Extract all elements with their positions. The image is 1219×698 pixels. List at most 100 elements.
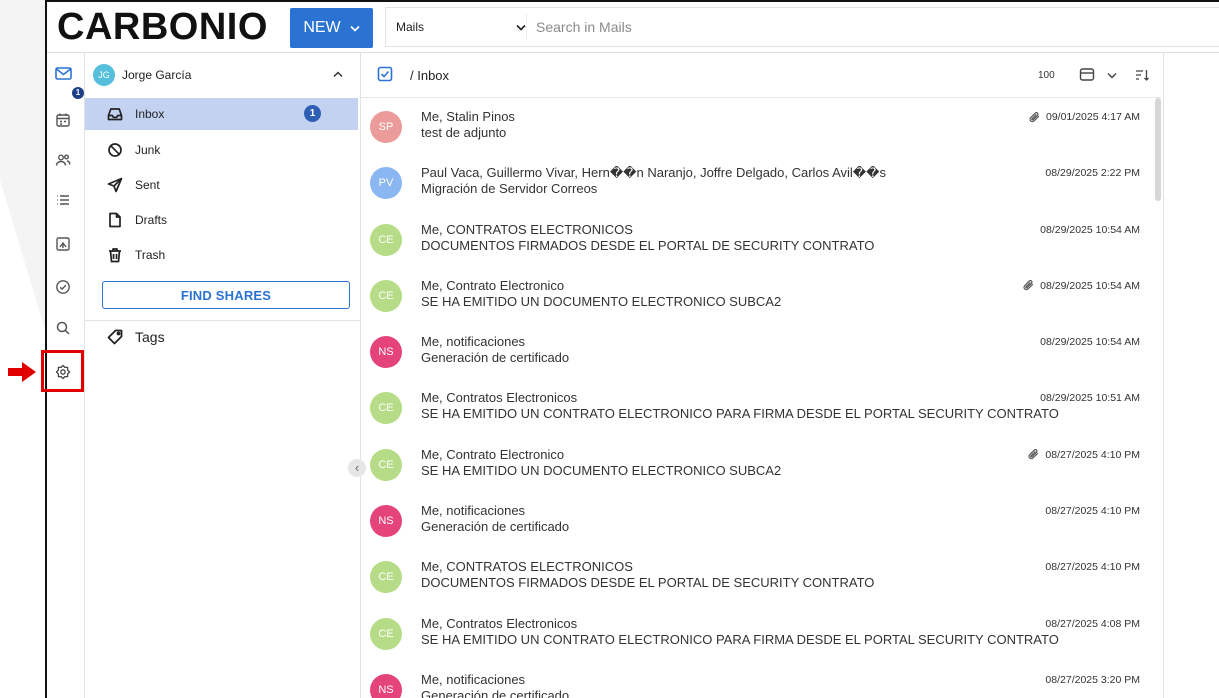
message-sender: Me, CONTRATOS ELECTRONICOS	[421, 222, 633, 237]
message-meta: 08/27/2025 3:20 PM	[1045, 673, 1140, 687]
paperclip-icon	[1029, 111, 1040, 123]
chevron-up-icon[interactable]	[333, 71, 343, 78]
folder-label: Sent	[135, 178, 160, 192]
sender-avatar: CE	[370, 617, 402, 650]
message-date: 08/27/2025 3:20 PM	[1045, 673, 1140, 686]
message-row[interactable]: CE Me, Contrato Electronico SE HA EMITID…	[361, 267, 1153, 323]
message-date: 08/27/2025 4:10 PM	[1045, 561, 1140, 574]
rail-item-files[interactable]	[55, 236, 73, 254]
background-decoration	[0, 0, 45, 330]
select-mode-icon[interactable]	[377, 66, 393, 82]
message-row[interactable]: CE Me, CONTRATOS ELECTRONICOS DOCUMENTOS…	[361, 548, 1153, 604]
rail-item-approvals[interactable]	[55, 279, 73, 297]
check-circle-icon	[55, 279, 73, 295]
sender-avatar: NS	[370, 336, 402, 369]
folder-label: Trash	[135, 248, 166, 262]
message-subject: Generación de certificado	[421, 520, 570, 535]
list-icon	[55, 192, 73, 208]
sender-avatar: CE	[370, 448, 402, 481]
paperclip-icon	[1023, 280, 1034, 291]
message-date: 08/29/2025 10:51 AM	[1040, 392, 1140, 405]
tags-section[interactable]: Tags	[135, 329, 165, 345]
sender-avatar: NS	[370, 505, 402, 538]
rail-item-mail[interactable]: 1	[55, 66, 84, 99]
calendar-icon	[55, 112, 73, 128]
message-subject: SE HA EMITIDO UN CONTRATO ELECTRONICO PA…	[421, 407, 1059, 422]
sender-avatar: CE	[370, 392, 402, 425]
paperclip-icon	[1028, 449, 1039, 460]
account-avatar: JG	[93, 64, 115, 86]
view-mode-icon[interactable]	[1079, 67, 1095, 82]
message-meta: 09/01/2025 4:17 AM	[1029, 110, 1140, 124]
message-subject: Generación de certificado	[421, 688, 570, 698]
folder-item-trash[interactable]: Trash	[85, 239, 358, 271]
folder-label: Drafts	[135, 213, 168, 227]
message-sender: Me, notificaciones	[421, 672, 526, 687]
message-meta: 08/27/2025 4:10 PM	[1028, 448, 1140, 462]
rail-item-calendar[interactable]	[55, 112, 73, 130]
unread-badge: 1	[304, 105, 321, 122]
drafts-icon	[107, 212, 123, 228]
message-date: 08/29/2025 10:54 AM	[1040, 336, 1140, 349]
message-date: 08/29/2025 10:54 AM	[1040, 279, 1140, 292]
chevron-down-icon	[516, 24, 526, 31]
message-sender: Paul Vaca, Guillermo Vivar, Hern��n Nara…	[421, 166, 886, 181]
list-scrollbar-thumb[interactable]	[1155, 98, 1161, 201]
folder-item-inbox[interactable]: Inbox 1	[85, 98, 358, 130]
message-row[interactable]: CE Me, Contratos Electronicos SE HA EMIT…	[361, 379, 1153, 435]
message-meta: 08/29/2025 10:54 AM	[1023, 279, 1140, 293]
message-row[interactable]: CE Me, Contratos Electronicos SE HA EMIT…	[361, 605, 1153, 661]
message-meta: 08/27/2025 4:10 PM	[1045, 504, 1140, 518]
message-meta: 08/29/2025 10:54 AM	[1040, 335, 1140, 349]
folder-item-junk[interactable]: Junk	[85, 134, 358, 166]
rail-item-tasks[interactable]	[55, 192, 73, 210]
window-border-top	[45, 0, 1219, 2]
rail-item-search[interactable]	[55, 320, 73, 338]
search-bar: Mails	[385, 7, 1219, 47]
rail-item-contacts[interactable]	[55, 152, 73, 170]
message-date: 08/29/2025 2:22 PM	[1045, 167, 1140, 180]
message-row[interactable]: NS Me, notificaciones Generación de cert…	[361, 661, 1153, 698]
message-row[interactable]: NS Me, notificaciones Generación de cert…	[361, 492, 1153, 548]
message-row[interactable]: SP Me, Stalin Pinos test de adjunto 09/0…	[361, 98, 1153, 154]
folder-item-sent[interactable]: Sent	[85, 169, 358, 201]
find-shares-button[interactable]: FIND SHARES	[102, 281, 350, 309]
message-sender: Me, Contratos Electronicos	[421, 391, 578, 406]
message-meta: 08/29/2025 10:51 AM	[1040, 391, 1140, 405]
message-date: 08/27/2025 4:08 PM	[1045, 617, 1140, 630]
junk-icon	[107, 142, 123, 158]
message-subject: Migración de Servidor Correos	[421, 182, 598, 197]
message-sender: Me, Contratos Electronicos	[421, 616, 578, 631]
chevron-down-icon[interactable]	[1107, 72, 1117, 79]
message-row[interactable]: PV Paul Vaca, Guillermo Vivar, Hern��n N…	[361, 154, 1153, 210]
new-button-label: NEW	[303, 19, 341, 36]
sort-icon[interactable]	[1135, 68, 1150, 82]
carbonio-logo: CARBONIO	[57, 6, 268, 48]
message-date: 09/01/2025 4:17 AM	[1046, 111, 1140, 123]
account-name[interactable]: Jorge García	[122, 68, 191, 82]
message-row[interactable]: NS Me, notificaciones Generación de cert…	[361, 323, 1153, 379]
search-icon	[55, 320, 73, 336]
message-sender: Me, Contrato Electronico	[421, 278, 565, 293]
tag-icon	[107, 329, 123, 345]
folder-item-drafts[interactable]: Drafts	[85, 204, 358, 236]
sender-avatar: NS	[370, 673, 402, 698]
message-row[interactable]: CE Me, CONTRATOS ELECTRONICOS DOCUMENTOS…	[361, 211, 1153, 267]
page-size-value[interactable]: 100	[1038, 70, 1055, 82]
reading-pane-divider	[1163, 53, 1164, 698]
mail-unread-badge: 1	[72, 87, 84, 99]
message-sender: Me, Stalin Pinos	[421, 110, 515, 124]
message-sender: Me, CONTRATOS ELECTRONICOS	[421, 560, 633, 575]
contacts-icon	[55, 152, 73, 168]
message-subject: test de adjunto	[421, 126, 507, 140]
sender-avatar: CE	[370, 279, 402, 312]
message-subject: SE HA EMITIDO UN CONTRATO ELECTRONICO PA…	[421, 632, 1059, 647]
search-input[interactable]	[536, 12, 1196, 42]
annotation-arrow-icon	[8, 362, 36, 382]
message-subject: SE HA EMITIDO UN DOCUMENTO ELECTRONICO S…	[421, 294, 782, 309]
message-list: SP Me, Stalin Pinos test de adjunto 09/0…	[361, 98, 1153, 698]
message-row[interactable]: CE Me, Contrato Electronico SE HA EMITID…	[361, 436, 1153, 492]
message-date: 08/27/2025 4:10 PM	[1045, 505, 1140, 518]
new-button[interactable]: NEW	[290, 8, 373, 48]
search-scope-select[interactable]: Mails	[396, 8, 526, 46]
